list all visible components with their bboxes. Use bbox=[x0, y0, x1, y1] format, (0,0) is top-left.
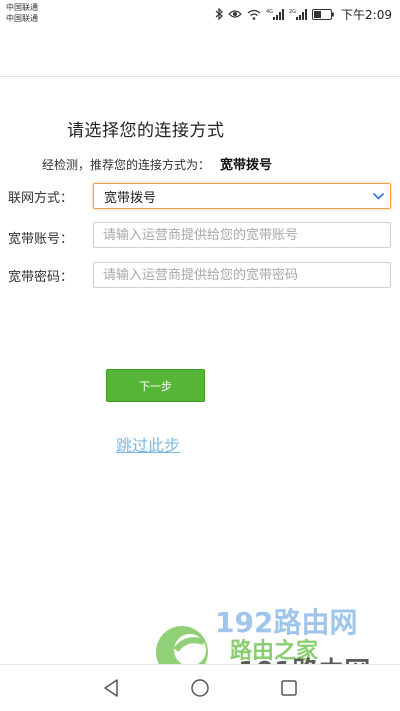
bluetooth-icon bbox=[215, 8, 223, 20]
recent-square-icon bbox=[281, 680, 297, 696]
system-navigation-bar bbox=[0, 665, 400, 711]
chevron-down-icon bbox=[372, 190, 385, 205]
detection-text: 经检测，推荐您的连接方式为： bbox=[42, 158, 211, 172]
detection-value: 宽带拨号 bbox=[220, 158, 273, 173]
back-triangle-icon bbox=[104, 679, 118, 697]
signal-2-label: 2G bbox=[289, 9, 296, 15]
status-bar: 中国联通 中国联通 4G 2G 下午2:09 bbox=[0, 0, 400, 28]
home-circle-icon bbox=[191, 679, 209, 697]
connection-method-label: 联网方式： bbox=[8, 191, 74, 206]
detection-result: 经检测，推荐您的连接方式为： 宽带拨号 bbox=[42, 154, 272, 173]
home-button[interactable] bbox=[189, 677, 211, 699]
eye-icon bbox=[228, 9, 242, 19]
next-step-button[interactable]: 下一步 bbox=[106, 369, 205, 402]
carrier-2-label: 中国联通 bbox=[6, 14, 38, 23]
watermark-site-text: 192路由网 bbox=[215, 606, 357, 639]
signal-1-label: 4G bbox=[266, 9, 273, 15]
signal-2-icon: 2G bbox=[289, 8, 308, 20]
connection-method-value: 宽带拨号 bbox=[104, 190, 157, 206]
page-title: 请选择您的连接方式 bbox=[67, 121, 225, 141]
signal-1-icon: 4G bbox=[266, 8, 285, 20]
connection-method-select[interactable]: 宽带拨号 bbox=[93, 183, 391, 209]
broadband-password-label: 宽带密码： bbox=[8, 270, 74, 285]
status-time: 下午2:09 bbox=[341, 7, 392, 22]
broadband-account-label: 宽带账号： bbox=[8, 232, 74, 247]
battery-icon bbox=[312, 8, 334, 20]
header-divider bbox=[0, 76, 400, 77]
wifi-icon bbox=[247, 9, 261, 20]
broadband-password-input[interactable] bbox=[93, 262, 391, 288]
carrier-1-label: 中国联通 bbox=[6, 3, 38, 12]
status-icons: 4G 2G 下午2:09 bbox=[215, 6, 392, 22]
back-button[interactable] bbox=[100, 677, 122, 699]
watermark-brand-text: 路由之家 bbox=[230, 638, 319, 664]
broadband-account-input[interactable] bbox=[93, 222, 391, 248]
recent-apps-button[interactable] bbox=[278, 677, 300, 699]
skip-step-link[interactable]: 跳过此步 bbox=[116, 432, 180, 456]
